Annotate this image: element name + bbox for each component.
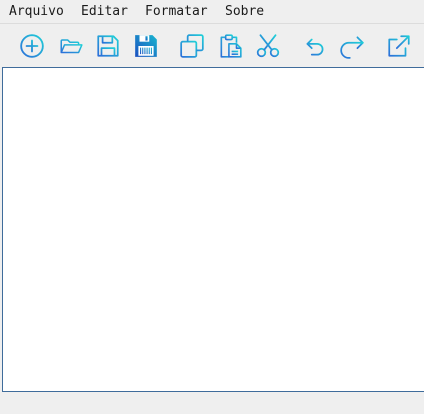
undo-button[interactable] (302, 33, 328, 59)
menu-formatar[interactable]: Formatar (145, 4, 208, 20)
paste-button[interactable] (217, 33, 243, 59)
copy-icon (180, 34, 204, 58)
menu-sobre[interactable]: Sobre (225, 4, 264, 20)
open-button[interactable] (58, 33, 84, 59)
new-file-button[interactable] (19, 33, 45, 59)
new-file-icon (20, 34, 44, 58)
menu-arquivo[interactable]: Arquivo (9, 4, 64, 20)
copy-button[interactable] (179, 33, 205, 59)
cut-button[interactable] (255, 33, 281, 59)
external-link-icon (388, 35, 410, 57)
redo-button[interactable] (339, 33, 365, 59)
status-bar (0, 392, 424, 414)
save-as-button[interactable] (133, 33, 159, 59)
paste-icon (220, 34, 242, 58)
save-button[interactable] (95, 33, 121, 59)
text-editor[interactable] (2, 67, 424, 392)
export-button[interactable] (386, 33, 412, 59)
redo-icon (340, 36, 364, 59)
save-icon (97, 35, 119, 57)
cut-icon (256, 34, 280, 58)
open-folder-icon (60, 39, 83, 54)
undo-icon (306, 38, 324, 56)
toolbar (0, 25, 424, 67)
menu-editar[interactable]: Editar (81, 4, 128, 20)
menu-bar: Arquivo Editar Formatar Sobre (0, 0, 424, 24)
save-as-icon (135, 35, 157, 57)
